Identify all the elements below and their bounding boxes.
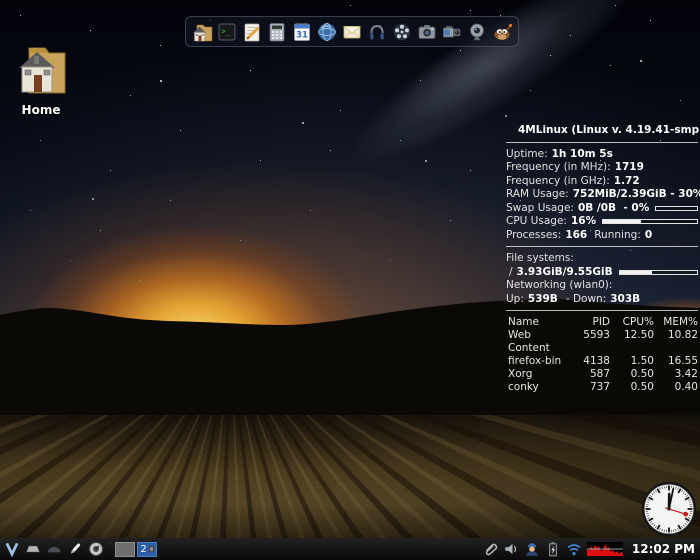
freq-mhz-row: Frequency (in MHz): 1719 xyxy=(506,161,698,175)
taskbar-launchers: 2 xyxy=(0,541,157,557)
video-player-icon[interactable] xyxy=(390,20,414,44)
gimp-icon[interactable] xyxy=(490,20,514,44)
text-editor-icon[interactable] xyxy=(240,20,264,44)
networking-header: Networking (wlan0): xyxy=(506,279,698,293)
conky-title: 4MLinux (Linux v. 4.19.41-smp on i686) xyxy=(518,124,698,138)
photo-camera-icon[interactable] xyxy=(415,20,439,44)
calculator-icon[interactable] xyxy=(265,20,289,44)
conky-monitor: 4MLinux (Linux v. 4.19.41-smp on i686) U… xyxy=(506,124,698,394)
uptime-row: Uptime: 1h 10m 5s xyxy=(506,148,698,162)
cpu-graph-icon[interactable] xyxy=(587,541,623,557)
user-icon[interactable] xyxy=(524,541,540,557)
system-tray: 12:02 PM xyxy=(482,541,700,557)
calendar-icon[interactable]: 31 xyxy=(290,20,314,44)
bright-stars xyxy=(0,0,2,2)
process-row: firefox-bin41381.5016.55 xyxy=(506,355,698,368)
taskbar-clock: 12:02 PM xyxy=(632,542,695,556)
workspace-pager: 2 xyxy=(115,542,157,557)
processes-row: Processes: 166 Running: 0 xyxy=(506,229,698,243)
svg-text:31: 31 xyxy=(296,30,308,40)
ram-row: RAM Usage: 752MiB/2.39GiB - 30% xyxy=(506,188,698,202)
swap-bar xyxy=(655,206,698,211)
conky-divider xyxy=(506,142,698,143)
conky-divider xyxy=(506,310,698,311)
conky-divider xyxy=(506,246,698,247)
gauge-icon[interactable] xyxy=(88,541,104,557)
home-folder-icon xyxy=(15,42,67,98)
show-desktop-icon[interactable] xyxy=(25,541,41,557)
cpu-bar xyxy=(602,219,698,224)
web-browser-icon[interactable] xyxy=(315,20,339,44)
email-icon[interactable] xyxy=(340,20,364,44)
svg-text:>_: >_ xyxy=(221,27,230,35)
process-row: conky7370.500.40 xyxy=(506,381,698,394)
car-icon[interactable] xyxy=(46,541,62,557)
battery-icon[interactable] xyxy=(545,541,561,557)
swap-row: Swap Usage: 0B /0B - 0% xyxy=(506,202,698,216)
top-processes-table: Name PID CPU% MEM% Web Content559312.501… xyxy=(506,316,698,394)
wifi-icon[interactable] xyxy=(566,541,582,557)
process-row: Web Content559312.5010.82 xyxy=(506,329,698,355)
workspace-1[interactable] xyxy=(115,542,135,557)
filesystems-header: File systems: xyxy=(506,252,698,266)
analog-clock[interactable] xyxy=(641,481,697,537)
menu-v-logo-icon[interactable] xyxy=(4,541,20,557)
application-dock: >_ 31 xyxy=(185,16,519,47)
workspace-2[interactable]: 2 xyxy=(137,542,157,557)
rocket-icon[interactable] xyxy=(67,541,83,557)
home-desktop-icon[interactable]: Home xyxy=(10,42,72,117)
freq-ghz-row: Frequency (in GHz): 1.72 xyxy=(506,175,698,189)
cpu-row: CPU Usage: 16% xyxy=(506,215,698,229)
terminal-icon[interactable]: >_ xyxy=(215,20,239,44)
process-row: Xorg5870.503.42 xyxy=(506,368,698,381)
video-camera-icon[interactable] xyxy=(440,20,464,44)
top-table-header: Name PID CPU% MEM% xyxy=(506,316,698,329)
file-manager-icon[interactable] xyxy=(190,20,214,44)
rootfs-bar xyxy=(619,270,698,275)
rootfs-row: / 3.93GiB/9.55GiB xyxy=(506,266,698,280)
workspace-window-thumb xyxy=(149,546,154,552)
taskbar: 2 12:02 PM xyxy=(0,538,700,560)
desktop: >_ 31 xyxy=(0,0,700,560)
audio-player-icon[interactable] xyxy=(365,20,389,44)
webcam-icon[interactable] xyxy=(465,20,489,44)
home-icon-label: Home xyxy=(10,103,72,117)
volume-icon[interactable] xyxy=(503,541,519,557)
network-traffic-row: Up: 539B - Down: 303B xyxy=(506,293,698,307)
paperclip-icon[interactable] xyxy=(482,541,498,557)
